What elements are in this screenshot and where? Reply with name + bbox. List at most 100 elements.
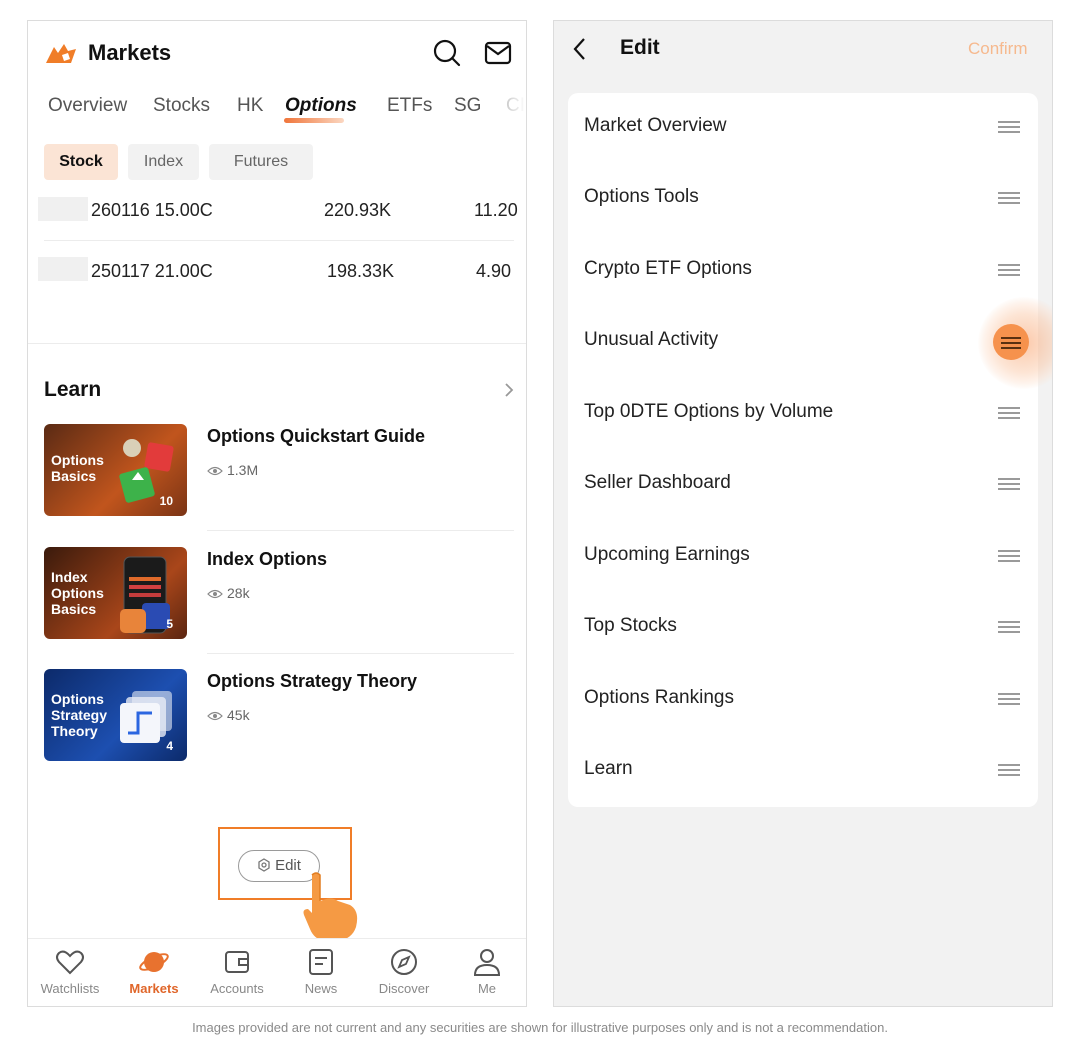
list-item-label: Market Overview (584, 115, 727, 136)
news-icon (309, 949, 333, 975)
drag-handle-icon[interactable] (998, 192, 1020, 206)
learn-section-title[interactable]: Learn (44, 378, 101, 402)
list-item[interactable]: Top 0DTE Options by Volume (568, 379, 1038, 450)
list-item[interactable]: Options Tools (568, 164, 1038, 235)
drag-handle-icon[interactable] (998, 621, 1020, 635)
list-item-label: Crypto ETF Options (584, 258, 752, 279)
wallet-icon (225, 951, 249, 973)
markets-screen: Markets Overview Stocks HK Options ETFs … (27, 20, 527, 1007)
lesson-count: 10 (159, 494, 173, 508)
confirm-button[interactable]: Confirm (968, 39, 1028, 59)
list-item[interactable]: Learn (568, 736, 1038, 807)
nav-label: Discover (378, 981, 430, 996)
option-contract[interactable]: 260116 15.00C (91, 200, 213, 221)
thumbnail-label: Index Options Basics (51, 569, 104, 617)
back-arrow-icon[interactable] (570, 36, 590, 62)
nav-markets[interactable]: Markets (112, 939, 196, 1006)
heart-icon (56, 950, 84, 975)
list-item[interactable]: Crypto ETF Options (568, 236, 1038, 307)
learn-card[interactable]: Options Strategy Theory 4 Options Strate… (44, 669, 514, 763)
option-volume: 220.93K (324, 200, 392, 220)
bottom-navigation: Watchlists Markets Accounts News Discove… (28, 938, 526, 1006)
tab-overview[interactable]: Overview (48, 95, 127, 117)
chip-index[interactable]: Index (128, 144, 199, 180)
option-volume: 198.33K (327, 261, 395, 281)
course-title[interactable]: Index Options (207, 549, 327, 570)
mail-icon[interactable] (484, 40, 512, 66)
eye-icon (207, 590, 223, 599)
nav-label: Me (477, 981, 497, 996)
list-item-label: Unusual Activity (584, 329, 719, 350)
page-title: Markets (88, 40, 172, 65)
list-item-label: Top 0DTE Options by Volume (584, 401, 834, 422)
edit-screen: Edit Confirm Market Overview Options Too… (553, 20, 1053, 1007)
screenshot-root: Markets Overview Stocks HK Options ETFs … (0, 0, 1080, 1050)
learn-card[interactable]: Index Options Basics 5 Index Options 28k (44, 547, 514, 641)
tab-hk[interactable]: HK (237, 95, 263, 117)
nav-label: Markets (129, 981, 179, 996)
tab-options[interactable]: Options (285, 95, 357, 117)
learn-card[interactable]: Options Basics 10 Options Quickstart Gui… (44, 424, 514, 518)
list-item-label: Options Tools (584, 186, 699, 207)
list-item[interactable]: Market Overview (568, 93, 1038, 164)
moomoo-logo-icon (46, 44, 76, 63)
option-price: 11.20 (474, 200, 518, 220)
view-count-value: 1.3M (227, 462, 259, 478)
tab-sg[interactable]: SG (454, 95, 481, 117)
drag-handle-icon[interactable] (998, 478, 1020, 492)
drag-handle-icon[interactable] (998, 407, 1020, 421)
markets-header: Markets (28, 21, 526, 85)
chip-stock[interactable]: Stock (44, 144, 118, 180)
drag-handle-icon[interactable] (998, 693, 1020, 707)
drag-handle-active-icon[interactable] (993, 324, 1029, 360)
user-icon (473, 949, 501, 976)
list-item[interactable]: Seller Dashboard (568, 450, 1038, 521)
view-count-value: 28k (227, 585, 250, 601)
tab-etfs[interactable]: ETFs (387, 95, 432, 117)
nav-discover[interactable]: Discover (362, 939, 446, 1006)
course-title[interactable]: Options Quickstart Guide (207, 426, 425, 447)
drag-handle-icon[interactable] (998, 264, 1020, 278)
lesson-count: 5 (166, 617, 173, 631)
tabs-fade (500, 91, 526, 125)
list-item-label: Options Rankings (584, 687, 734, 708)
drag-handle-icon[interactable] (998, 550, 1020, 564)
list-item-dragging[interactable]: Unusual Activity (568, 297, 1052, 389)
nav-news[interactable]: News (279, 939, 363, 1006)
list-item[interactable]: Top Stocks (568, 593, 1038, 664)
section-divider (28, 343, 526, 344)
nav-label: Accounts (210, 981, 264, 996)
card-divider (207, 530, 514, 531)
drag-handle-icon[interactable] (998, 764, 1020, 778)
eye-icon (207, 467, 223, 476)
view-count-value: 45k (227, 707, 250, 723)
tap-hand-icon (303, 872, 358, 941)
option-contract[interactable]: 250117 21.00C (91, 261, 213, 282)
row-divider (44, 240, 514, 241)
page-title: Edit (620, 36, 660, 59)
nav-me[interactable]: Me (445, 939, 526, 1006)
call-put-cards-icon (119, 439, 174, 503)
option-price: 4.90 (476, 261, 512, 281)
course-title[interactable]: Options Strategy Theory (207, 671, 417, 692)
eye-icon (207, 712, 223, 721)
chip-futures[interactable]: Futures (209, 144, 313, 180)
nav-accounts[interactable]: Accounts (195, 939, 279, 1006)
view-count: 28k (207, 585, 250, 601)
list-item[interactable]: Options Rankings (568, 665, 1038, 736)
tab-stocks[interactable]: Stocks (153, 95, 210, 117)
drag-handle-icon[interactable] (998, 121, 1020, 135)
nav-label: News (304, 981, 338, 996)
gear-icon (258, 858, 270, 872)
active-tab-indicator (284, 118, 344, 123)
course-thumbnail: Options Strategy Theory 4 (44, 669, 187, 761)
course-thumbnail: Index Options Basics 5 (44, 547, 187, 639)
chevron-right-icon[interactable] (502, 381, 516, 399)
list-item[interactable]: Upcoming Earnings (568, 522, 1038, 593)
nav-watchlists[interactable]: Watchlists (28, 939, 112, 1006)
search-icon[interactable] (433, 39, 461, 67)
disclaimer-text: Images provided are not current and any … (192, 1020, 888, 1035)
market-tabs: Overview Stocks HK Options ETFs SG CI (28, 91, 526, 125)
view-count: 1.3M (207, 462, 258, 478)
ticker-placeholder (38, 257, 88, 281)
